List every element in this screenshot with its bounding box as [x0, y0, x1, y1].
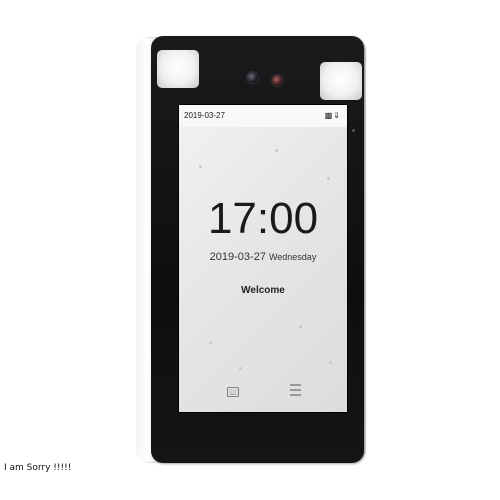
background-dot [199, 165, 202, 168]
keyboard-icon[interactable] [227, 387, 239, 397]
ir-light-right [320, 62, 362, 100]
weekday-label: Wednesday [268, 252, 317, 262]
background-dot [209, 341, 212, 344]
background-dot [275, 149, 278, 152]
clock-time: 17:00 [207, 194, 319, 243]
device-screen[interactable]: 2019-03-27 ▩⇓ 17:00 2019-03-27 Wednesday … [178, 104, 348, 413]
welcome-message: Welcome [241, 285, 285, 296]
date-display: 2019-03-27 Wednesday [179, 251, 347, 263]
status-bar: 2019-03-27 ▩⇓ [179, 105, 347, 127]
menu-icon[interactable] [289, 383, 302, 397]
status-date: 2019-03-27 [184, 111, 225, 120]
background-dot [329, 361, 332, 364]
camera-lens-left [246, 71, 259, 84]
background-dot [239, 367, 242, 370]
date-value: 2019-03-27 [209, 251, 266, 263]
signal-icon: ▩ [324, 111, 334, 120]
camera-lens-right [271, 74, 284, 87]
network-icon: ⇓ [333, 111, 341, 120]
ir-light-left [157, 50, 199, 88]
background-dot [299, 325, 302, 328]
light-sensor [352, 129, 355, 132]
background-dot [327, 177, 330, 180]
caption-text: I am Sorry !!!!! [4, 463, 72, 473]
status-icons: ▩⇓ [325, 111, 341, 120]
